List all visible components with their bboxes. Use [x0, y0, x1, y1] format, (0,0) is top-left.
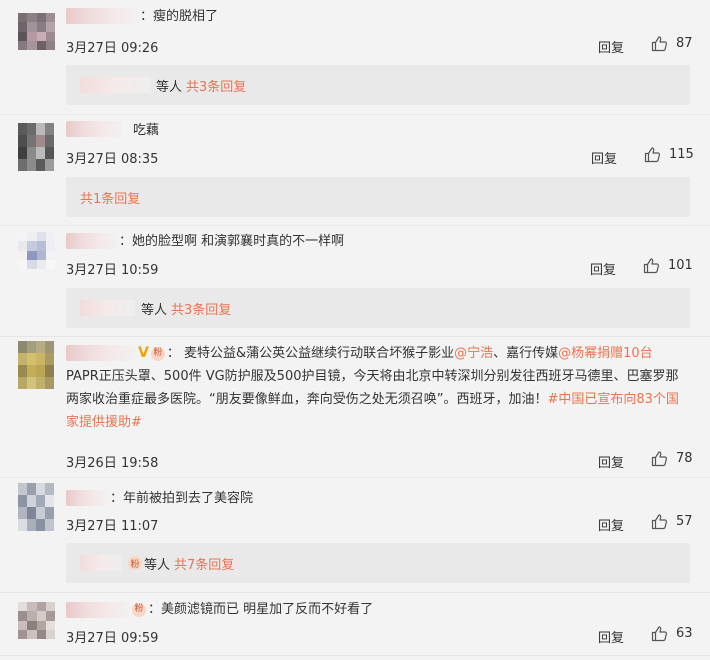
avatar[interactable]	[18, 232, 55, 269]
comment-text: 吃藕	[133, 123, 160, 138]
comment-time: 3月26日 19:58	[66, 456, 159, 471]
mention-link[interactable]: @宁浩	[454, 346, 493, 361]
reply-users-label: 等人	[156, 79, 183, 95]
like-count: 115	[669, 147, 694, 162]
reply-button[interactable]: 回复	[591, 148, 617, 167]
like-count: 78	[676, 451, 693, 466]
avatar[interactable]	[18, 341, 54, 389]
more-replies-link[interactable]: 共1条回复	[80, 188, 140, 207]
comment-text: ：年前被拍到去了美容院	[110, 491, 254, 506]
fan-badge-icon: 粉	[128, 556, 142, 570]
comment-text: 粉：美颜滤镜而已 明星加了反而不好看了	[132, 598, 686, 621]
like-button[interactable]: 87	[651, 35, 693, 52]
thumbs-up-icon	[651, 36, 668, 52]
username-blurred[interactable]	[66, 233, 118, 249]
divider	[0, 477, 710, 478]
reply-button[interactable]: 回复	[598, 452, 624, 471]
avatar[interactable]	[18, 602, 55, 639]
mention-link[interactable]: @杨幂捐赠10台	[558, 346, 653, 361]
sub-replies[interactable]: 粉 等人 共7条回复	[66, 543, 690, 583]
avatar[interactable]	[18, 13, 55, 50]
reply-users-blurred	[80, 300, 135, 316]
sub-replies[interactable]: 等人 共3条回复	[66, 65, 690, 105]
thumbs-up-icon	[651, 451, 668, 467]
divider	[0, 655, 710, 656]
like-count: 101	[668, 258, 693, 273]
comment-time: 3月27日 08:35	[66, 152, 159, 167]
like-button[interactable]: 63	[651, 625, 693, 642]
more-replies-link[interactable]: 共3条回复	[171, 299, 231, 318]
comment-time: 3月27日 09:26	[66, 41, 159, 56]
divider	[0, 114, 710, 115]
sub-replies[interactable]: 共1条回复	[66, 177, 690, 217]
like-button[interactable]: 115	[644, 146, 694, 163]
comment-time: 3月27日 09:59	[66, 631, 159, 646]
sub-replies[interactable]: 等人 共3条回复	[66, 288, 690, 328]
comment-list: ：瘦的脱相了 3月27日 09:26 回复 87 等人 共3条回复 吃藕 3月2…	[0, 0, 710, 660]
reply-button[interactable]: 回复	[598, 515, 624, 534]
comment-time: 3月27日 11:07	[66, 519, 159, 534]
like-button[interactable]: 101	[643, 257, 693, 274]
divider	[0, 336, 710, 337]
comment-time: 3月27日 10:59	[66, 263, 159, 278]
comment-text: ：她的脸型啊 和演郭襄时真的不一样啊	[119, 234, 345, 249]
reply-users-blurred	[80, 77, 150, 93]
reply-button[interactable]: 回复	[598, 37, 624, 56]
reply-users-label: 等人	[144, 557, 171, 573]
thumbs-up-icon	[644, 147, 661, 163]
reply-users-blurred	[80, 555, 122, 571]
divider	[0, 225, 710, 226]
fan-badge-icon: 粉	[150, 346, 165, 361]
thumbs-up-icon	[651, 626, 668, 642]
comment-text: V 粉： 麦特公益&蒲公英公益继续行动联合坏猴子影业@宁浩、嘉行传媒@杨幂捐赠10…	[66, 342, 686, 434]
username-blurred[interactable]	[66, 602, 130, 618]
like-button[interactable]: 57	[651, 513, 693, 530]
more-replies-link[interactable]: 共3条回复	[186, 76, 246, 95]
reply-button[interactable]: 回复	[590, 259, 616, 278]
v-badge-icon: V	[138, 345, 149, 361]
comment-text: ：瘦的脱相了	[140, 9, 219, 24]
username-blurred[interactable]	[66, 8, 138, 24]
avatar[interactable]	[18, 483, 54, 531]
thumbs-up-icon	[643, 258, 660, 274]
divider	[0, 592, 710, 593]
username-blurred[interactable]	[66, 490, 108, 506]
like-button[interactable]: 78	[651, 450, 693, 467]
reply-users-label: 等人	[141, 302, 168, 318]
more-replies-link[interactable]: 共7条回复	[174, 554, 234, 573]
like-count: 87	[676, 36, 693, 51]
reply-button[interactable]: 回复	[598, 627, 624, 646]
fan-badge-icon: 粉	[132, 602, 146, 617]
like-count: 63	[676, 626, 693, 641]
username-blurred[interactable]	[66, 121, 122, 137]
like-count: 57	[676, 514, 693, 529]
avatar[interactable]	[18, 123, 54, 171]
thumbs-up-icon	[651, 514, 668, 530]
